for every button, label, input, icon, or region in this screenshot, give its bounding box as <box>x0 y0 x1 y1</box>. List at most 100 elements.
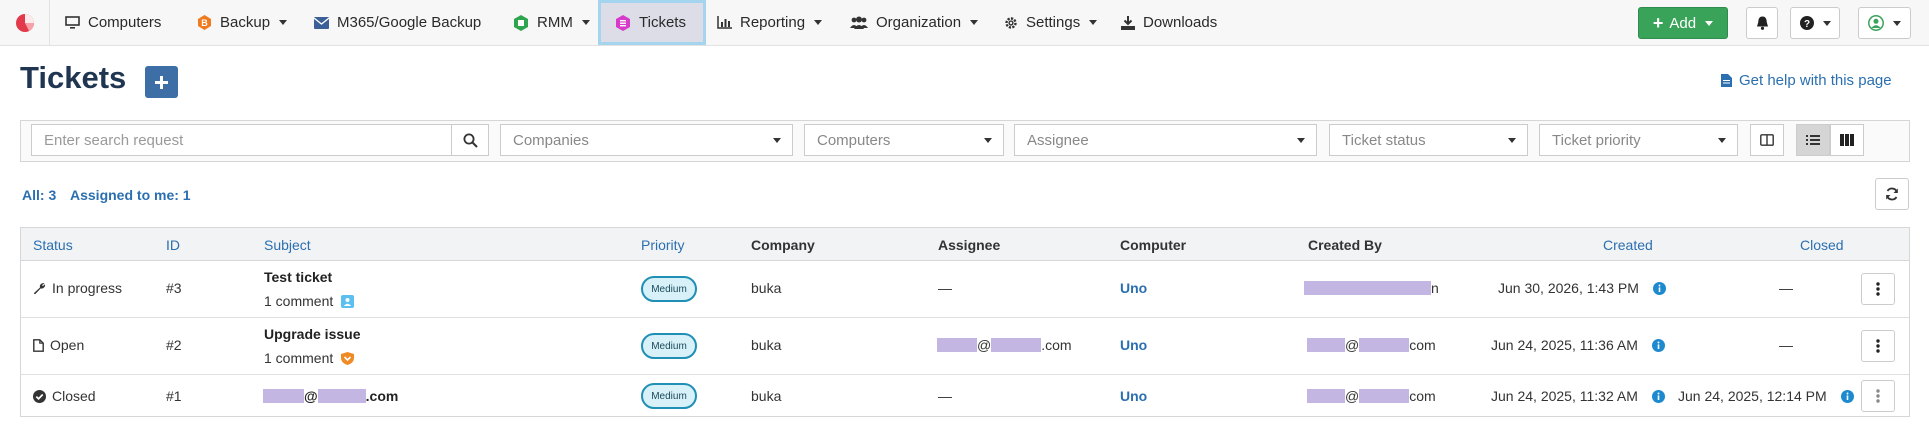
chevron-down-icon <box>279 20 288 25</box>
wrench-icon <box>33 282 45 294</box>
split-view-button[interactable] <box>1750 124 1784 156</box>
chevron-down-icon <box>581 20 590 25</box>
nav-reporting[interactable]: Reporting <box>717 0 823 45</box>
search-input[interactable] <box>31 124 452 156</box>
column-header-priority[interactable]: Priority <box>641 237 685 253</box>
svg-text:B: B <box>201 18 208 28</box>
nav-label: Computers <box>88 14 162 31</box>
companies-select[interactable]: Companies <box>500 124 793 156</box>
redacted-text <box>317 389 366 403</box>
redacted-text <box>991 338 1042 352</box>
board-view-button[interactable] <box>1830 124 1864 156</box>
monitor-icon <box>65 16 80 29</box>
row-actions-button[interactable] <box>1861 273 1895 305</box>
computer-link[interactable]: Uno <box>1120 388 1147 404</box>
bar-chart-icon <box>717 16 732 29</box>
ticket-status-select-label: Ticket status <box>1342 131 1426 149</box>
assigned-to-me-count[interactable]: Assigned to me: 1 <box>70 187 191 203</box>
chevron-down-icon <box>773 138 781 143</box>
priority-badge: Medium <box>641 276 697 302</box>
add-button[interactable]: + Add <box>1638 7 1728 39</box>
nav-downloads[interactable]: Downloads <box>1121 0 1217 45</box>
refresh-button[interactable] <box>1875 178 1909 210</box>
file-icon <box>33 338 44 352</box>
user-badge-icon <box>341 294 355 308</box>
rmm-icon <box>514 14 528 31</box>
created-by-cell: @ com <box>1307 337 1436 353</box>
list-view-button[interactable] <box>1796 124 1830 156</box>
table-header: Status ID Subject Priority Company Assig… <box>21 228 1909 261</box>
refresh-icon <box>1886 187 1898 201</box>
computers-select[interactable]: Computers <box>804 124 1004 156</box>
nav-tickets[interactable]: Tickets <box>598 0 706 45</box>
notifications-button[interactable] <box>1746 7 1778 39</box>
comment-count-label: 1 comment <box>264 293 334 309</box>
info-icon[interactable] <box>1651 389 1671 403</box>
app-logo[interactable] <box>0 0 50 45</box>
column-header-id[interactable]: ID <box>166 237 180 253</box>
ellipsis-vertical-icon <box>1876 389 1880 403</box>
table-row[interactable]: In progress #3 Test ticket 1 comment Med… <box>21 262 1909 318</box>
created-by-cell: n <box>1304 280 1439 296</box>
add-button-label: Add <box>1669 14 1697 32</box>
subject-link[interactable]: @ .com <box>263 388 398 404</box>
comment-count-label: 1 comment <box>264 350 334 366</box>
redacted-text <box>937 338 977 352</box>
row-actions-button[interactable] <box>1861 380 1895 412</box>
all-count[interactable]: All: 3 <box>22 187 56 203</box>
columns-icon <box>1760 134 1774 146</box>
subject-link[interactable]: Test ticket <box>264 269 332 285</box>
page-title: Tickets <box>20 60 127 95</box>
nav-backup[interactable]: B Backup <box>197 0 288 45</box>
document-icon <box>1721 74 1732 87</box>
status-cell: Closed <box>33 388 96 404</box>
nav-label: Downloads <box>1143 14 1218 31</box>
help-menu-button[interactable]: ? <box>1790 7 1840 39</box>
user-menu-button[interactable] <box>1858 7 1911 39</box>
search-button[interactable] <box>451 124 489 156</box>
ticket-priority-select[interactable]: Ticket priority <box>1539 124 1738 156</box>
nav-settings[interactable]: Settings <box>1004 0 1098 45</box>
column-header-closed[interactable]: Closed <box>1800 237 1844 253</box>
help-link-label: Get help with this page <box>1739 72 1892 89</box>
computer-link[interactable]: Uno <box>1120 280 1147 296</box>
list-icon <box>1806 135 1820 145</box>
chevron-down-icon <box>1705 20 1714 26</box>
chevron-down-icon <box>1822 20 1831 26</box>
column-header-company: Company <box>751 237 815 253</box>
nav-rmm[interactable]: RMM <box>513 0 590 45</box>
comment-count: 1 comment <box>264 293 360 309</box>
id-cell: #1 <box>166 388 182 404</box>
assignee-select[interactable]: Assignee <box>1014 124 1317 156</box>
ellipsis-vertical-icon <box>1876 282 1880 296</box>
priority-badge: Medium <box>641 383 697 409</box>
info-icon[interactable] <box>1840 389 1860 403</box>
info-icon[interactable] <box>1651 338 1671 352</box>
question-circle-icon: ? <box>1799 16 1814 30</box>
column-header-subject[interactable]: Subject <box>264 237 311 253</box>
envelope-icon <box>314 16 329 29</box>
ticket-status-select[interactable]: Ticket status <box>1329 124 1528 156</box>
nav-m365-backup[interactable]: M365/Google Backup <box>314 0 481 45</box>
tickets-table: Status ID Subject Priority Company Assig… <box>20 227 1910 417</box>
help-link[interactable]: Get help with this page <box>1721 72 1892 89</box>
table-row[interactable]: Closed #1 @ .com Medium buka — Uno @ com… <box>21 376 1909 417</box>
nav-computers[interactable]: Computers <box>65 0 161 45</box>
row-actions-button[interactable] <box>1861 330 1895 362</box>
column-header-created[interactable]: Created <box>1603 237 1653 253</box>
computer-link[interactable]: Uno <box>1120 337 1147 353</box>
closed-cell: Jun 24, 2025, 12:14 PM <box>1678 388 1860 404</box>
user-circle-icon <box>1868 15 1884 31</box>
search-icon <box>463 133 478 148</box>
assignee-cell: — <box>938 280 952 296</box>
column-header-status[interactable]: Status <box>33 237 73 253</box>
nav-organization[interactable]: Organization <box>850 0 979 45</box>
created-by-at: @ <box>1345 388 1360 404</box>
add-ticket-button[interactable] <box>145 66 178 98</box>
assignee-at: @ <box>977 337 992 353</box>
status-cell: In progress <box>33 280 122 296</box>
info-icon[interactable] <box>1652 281 1672 295</box>
logo-icon <box>15 13 34 32</box>
table-row[interactable]: Open #2 Upgrade issue 1 comment Medium b… <box>21 319 1909 375</box>
subject-link[interactable]: Upgrade issue <box>264 326 360 342</box>
